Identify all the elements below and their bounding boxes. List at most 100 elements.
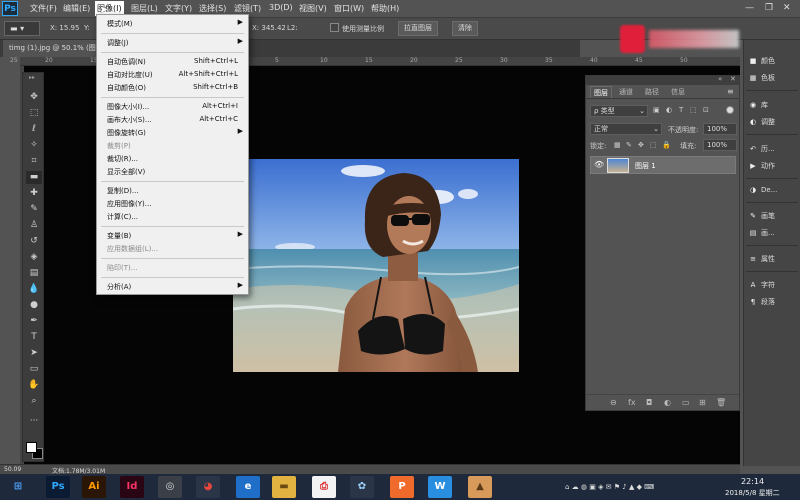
add-mask-icon[interactable]: ◘ [646, 398, 652, 407]
menu-item-auto-color[interactable]: 自动颜色(O) Shift+Ctrl+B [97, 82, 248, 94]
menu-item-adjustments[interactable]: 调整(J) ▶ [97, 37, 248, 49]
healing-brush-tool-icon[interactable]: ✚ [26, 187, 42, 200]
menu-item-image-size[interactable]: 图像大小(I)... Alt+Ctrl+I [97, 101, 248, 113]
menu-filter[interactable]: 滤镜(T) [234, 3, 261, 14]
lock-position-icon[interactable]: ✥ [638, 141, 644, 149]
blend-mode-select[interactable]: 正常 ⌄ [590, 123, 662, 135]
menu-item-auto-contrast[interactable]: 自动对比度(U) Alt+Shift+Ctrl+L [97, 69, 248, 81]
menu-item-apply-image[interactable]: 应用图像(Y)... [97, 198, 248, 210]
menu-edit[interactable]: 编辑(E) [63, 3, 90, 14]
dock-item-device-preview[interactable]: ◑ De... [748, 186, 800, 199]
path-selection-tool-icon[interactable]: ➤ [26, 347, 42, 360]
layer-kind-filter[interactable]: ρ 类型 ⌄ [590, 105, 648, 117]
dock-item-color[interactable]: ■ 颜色 [748, 56, 800, 69]
lock-all-icon[interactable]: 🔒 [662, 141, 671, 149]
filter-type-icon[interactable]: T [679, 106, 683, 114]
panel-menu-icon[interactable]: ≡ [727, 87, 734, 96]
menu-item-reveal-all[interactable]: 显示全部(V) [97, 166, 248, 178]
image-viewer-icon[interactable]: ▲ [468, 476, 492, 498]
opacity-input[interactable]: 100% [703, 123, 737, 135]
dock-item-brush-presets[interactable]: ▤ 画... [748, 228, 800, 241]
foreground-color-swatch[interactable] [26, 442, 37, 453]
layer-row[interactable]: 👁 图层 1 [590, 156, 736, 174]
history-brush-tool-icon[interactable]: ↺ [26, 235, 42, 248]
eye-icon[interactable]: 👁 [594, 160, 604, 169]
collapse-icon[interactable]: « [718, 75, 722, 83]
menu-item-trim[interactable]: 裁切(R)... [97, 153, 248, 165]
fx-icon[interactable]: fx [628, 398, 636, 407]
lasso-tool-icon[interactable]: ℓ [26, 123, 42, 136]
dodge-tool-icon[interactable]: ● [26, 299, 42, 312]
use-scale-checkbox[interactable] [330, 23, 339, 32]
document-image[interactable] [233, 159, 519, 372]
menu-file[interactable]: 文件(F) [30, 3, 57, 14]
lock-pixels-icon[interactable]: ✎ [626, 141, 632, 149]
filter-toggle-icon[interactable] [726, 106, 734, 114]
menu-type[interactable]: 文字(Y) [165, 3, 192, 14]
dock-item-character[interactable]: A 字符 [748, 280, 800, 293]
link-layers-icon[interactable]: ⊖ [610, 398, 617, 407]
magic-wand-tool-icon[interactable]: ✧ [26, 139, 42, 152]
menu-item-duplicate[interactable]: 复制(D)... [97, 185, 248, 197]
windows-start-icon[interactable]: ⊞ [6, 476, 30, 498]
type-tool-icon[interactable]: T [26, 331, 42, 344]
menu-view[interactable]: 视图(V) [299, 3, 327, 14]
illustrator-icon[interactable]: Ai [82, 476, 106, 498]
lock-transparent-icon[interactable]: ▦ [614, 141, 621, 149]
clock-date[interactable]: 2018/5/8 星期二 [725, 488, 780, 498]
ruler-tool-preset[interactable]: ▬ ▾ [4, 21, 40, 36]
menu-item-auto-tone[interactable]: 自动色调(N) Shift+Ctrl+L [97, 56, 248, 68]
indesign-icon[interactable]: Id [120, 476, 144, 498]
filter-shape-icon[interactable]: ⬚ [690, 106, 697, 114]
hand-tool-icon[interactable]: ✋ [26, 379, 42, 392]
dock-item-libraries[interactable]: ◉ 库 [748, 100, 800, 113]
pdf-reader-icon[interactable]: ⎙ [312, 476, 336, 498]
brush-tool-icon[interactable]: ✎ [26, 203, 42, 216]
system-tray-icons[interactable]: ⌂ ☁ ◍ ▣ ◈ ✉ ⚑ ♪ ▲ ◆ ⌨ [565, 483, 654, 491]
menu-window[interactable]: 窗口(W) [334, 3, 364, 14]
clock-time[interactable]: 22:14 [741, 477, 764, 486]
menu-layer[interactable]: 图层(L) [131, 3, 158, 14]
panel-close-icon[interactable]: ✕ [730, 75, 736, 83]
tab-paths[interactable]: 路径 [642, 86, 662, 98]
ruler-tool-icon[interactable]: ▬ [26, 171, 42, 184]
gradient-tool-icon[interactable]: ▤ [26, 267, 42, 280]
zoom-level[interactable]: 50.09 [4, 466, 21, 473]
dock-item-actions[interactable]: ▶ 动作 [748, 161, 800, 174]
network-tool-icon[interactable]: ✿ [350, 476, 374, 498]
clone-stamp-tool-icon[interactable]: ♙ [26, 219, 42, 232]
dock-item-adjustments[interactable]: ◐ 调整 [748, 117, 800, 130]
delete-layer-icon[interactable]: 🗑 [716, 398, 726, 407]
tab-channels[interactable]: 通道 [616, 86, 636, 98]
crop-tool-icon[interactable]: ⌗ [26, 155, 42, 168]
layer-name[interactable]: 图层 1 [635, 161, 656, 171]
menu-item-variables[interactable]: 变量(B) ▶ [97, 230, 248, 242]
wps-presentation-icon[interactable]: P [390, 476, 414, 498]
file-explorer-icon[interactable]: ▬ [272, 476, 296, 498]
minimize-icon[interactable]: — [745, 3, 754, 13]
filter-smart-object-icon[interactable]: ⊡ [703, 106, 709, 114]
menu-item-analysis[interactable]: 分析(A) ▶ [97, 281, 248, 293]
eraser-tool-icon[interactable]: ◈ [26, 251, 42, 264]
menu-item-calculations[interactable]: 计算(C)... [97, 211, 248, 223]
more-tools-icon[interactable]: ··· [26, 415, 42, 428]
dock-item-properties[interactable]: ≡ 属性 [748, 254, 800, 267]
menu-3d[interactable]: 3D(D) [269, 3, 293, 12]
blur-tool-icon[interactable]: 💧 [26, 283, 42, 296]
zoom-tool-icon[interactable]: ⌕ [26, 395, 42, 408]
menu-item-mode[interactable]: 模式(M) ▶ [97, 18, 248, 30]
dock-item-paragraph[interactable]: ¶ 段落 [748, 297, 800, 310]
fill-input[interactable]: 100% [703, 139, 737, 151]
chrome-icon[interactable]: ◕ [196, 476, 220, 498]
restore-icon[interactable]: ❐ [765, 3, 773, 13]
move-tool-icon[interactable]: ✥ [26, 91, 42, 104]
straighten-layer-button[interactable]: 拉直图层 [398, 21, 438, 36]
tab-info[interactable]: 信息 [668, 86, 688, 98]
marquee-tool-icon[interactable]: ⬚ [26, 107, 42, 120]
menu-item-image-rotation[interactable]: 图像旋转(G) ▶ [97, 127, 248, 139]
dock-item-swatches[interactable]: ▦ 色板 [748, 73, 800, 86]
menu-item-canvas-size[interactable]: 画布大小(S)... Alt+Ctrl+C [97, 114, 248, 126]
close-icon[interactable]: ✕ [783, 3, 791, 13]
clear-button[interactable]: 清除 [452, 21, 478, 36]
dock-item-brushes[interactable]: ✎ 画笔 [748, 211, 800, 224]
